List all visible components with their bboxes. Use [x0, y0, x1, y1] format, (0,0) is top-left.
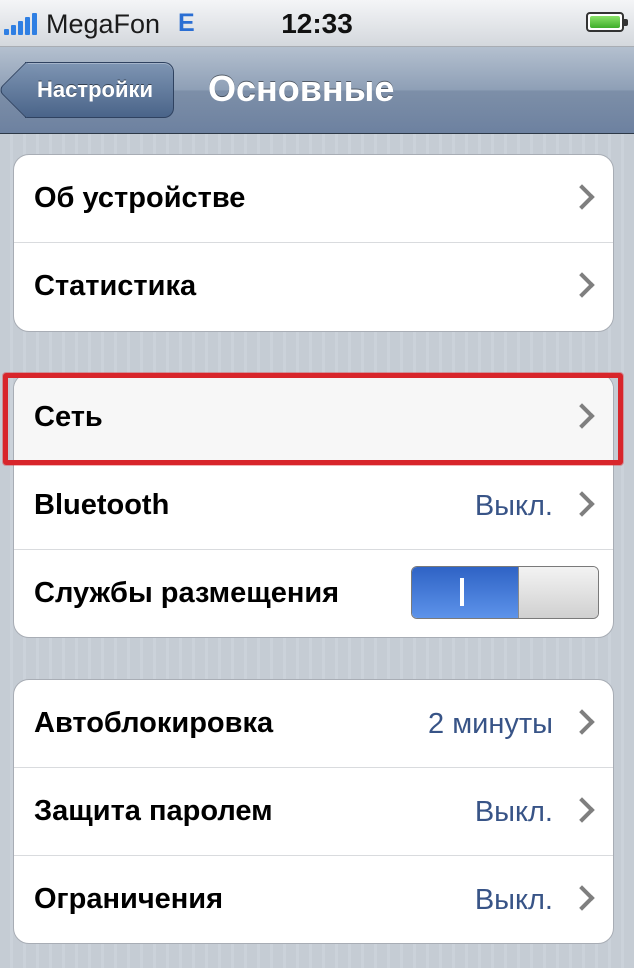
page-title: Основные: [208, 68, 395, 109]
cell-value: Выкл.: [474, 490, 553, 522]
chevron-right-icon: [569, 491, 595, 517]
chevron-right-icon: [569, 184, 595, 210]
cell-passcode-lock[interactable]: Защита паролем Выкл.: [14, 768, 613, 856]
cell-value: 2 минуты: [428, 708, 553, 740]
cell-label: Автоблокировка: [34, 707, 274, 739]
cell-label: Службы размещения: [34, 577, 340, 609]
cell-value: Выкл.: [474, 796, 553, 828]
back-button-label: Настройки: [36, 77, 154, 102]
toggle-knob[interactable]: [518, 567, 598, 618]
cell-restrictions[interactable]: Ограничения Выкл.: [14, 856, 613, 943]
cell-label: Статистика: [34, 270, 197, 302]
navigation-bar: Настройки Основные: [0, 47, 634, 134]
cell-label: Защита паролем: [34, 795, 273, 827]
battery-icon: [586, 12, 628, 32]
back-button-settings[interactable]: Настройки: [25, 62, 174, 118]
toggle-on-mark: [460, 578, 464, 606]
chevron-right-icon: [569, 885, 595, 911]
settings-group-security: Автоблокировка 2 минуты Защита паролем В…: [13, 679, 614, 944]
toggle-on-track: [412, 567, 520, 618]
chevron-right-icon: [569, 272, 595, 298]
cell-about-device[interactable]: Об устройстве: [14, 155, 613, 243]
cell-auto-lock[interactable]: Автоблокировка 2 минуты: [14, 680, 613, 768]
cell-location-services: Службы размещения: [14, 550, 613, 637]
settings-group-device: Об устройстве Статистика: [13, 154, 614, 332]
status-time: 12:33: [281, 8, 353, 39]
chevron-right-icon: [569, 709, 595, 735]
location-services-toggle[interactable]: [411, 566, 599, 619]
status-bar: MegaFon E 12:33: [0, 0, 634, 47]
cell-label: Об устройстве: [34, 182, 246, 214]
highlight-frame-network: [3, 373, 623, 465]
cell-bluetooth[interactable]: Bluetooth Выкл.: [14, 462, 613, 550]
cell-value: Выкл.: [474, 884, 553, 916]
chevron-right-icon: [569, 797, 595, 823]
cell-label: Bluetooth: [34, 489, 170, 521]
cell-usage-statistics[interactable]: Статистика: [14, 243, 613, 331]
cell-label: Ограничения: [34, 883, 224, 915]
